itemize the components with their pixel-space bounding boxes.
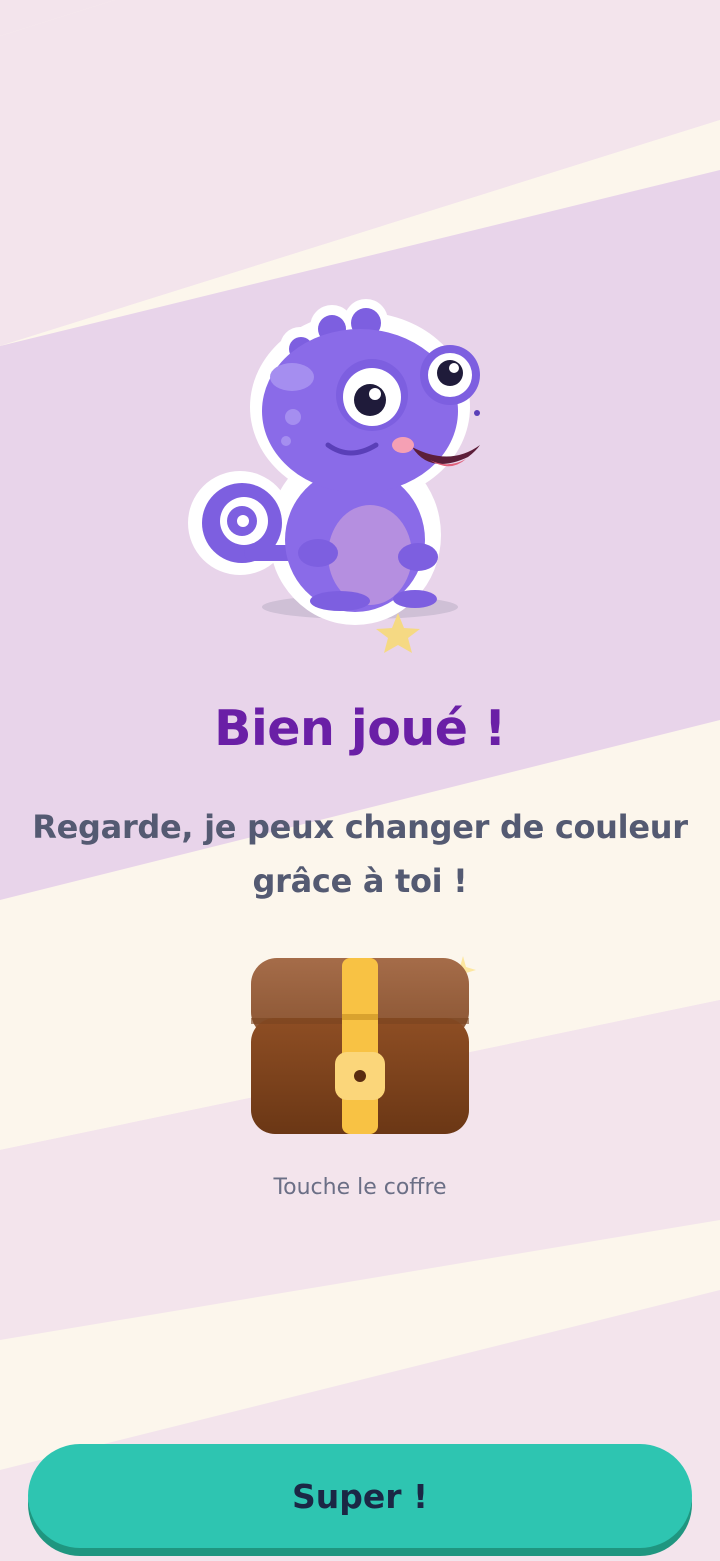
super-button[interactable]: Super ! <box>28 1444 692 1548</box>
message-text: Regarde, je peux changer de couleur grâc… <box>32 808 688 900</box>
treasure-chest-icon[interactable] <box>246 952 476 1138</box>
chameleon-mascot-icon <box>188 299 480 653</box>
background-stripes <box>0 0 720 1561</box>
chest-hint: Touche le coffre <box>273 1175 447 1200</box>
page-title: Bien joué ! <box>214 700 506 757</box>
